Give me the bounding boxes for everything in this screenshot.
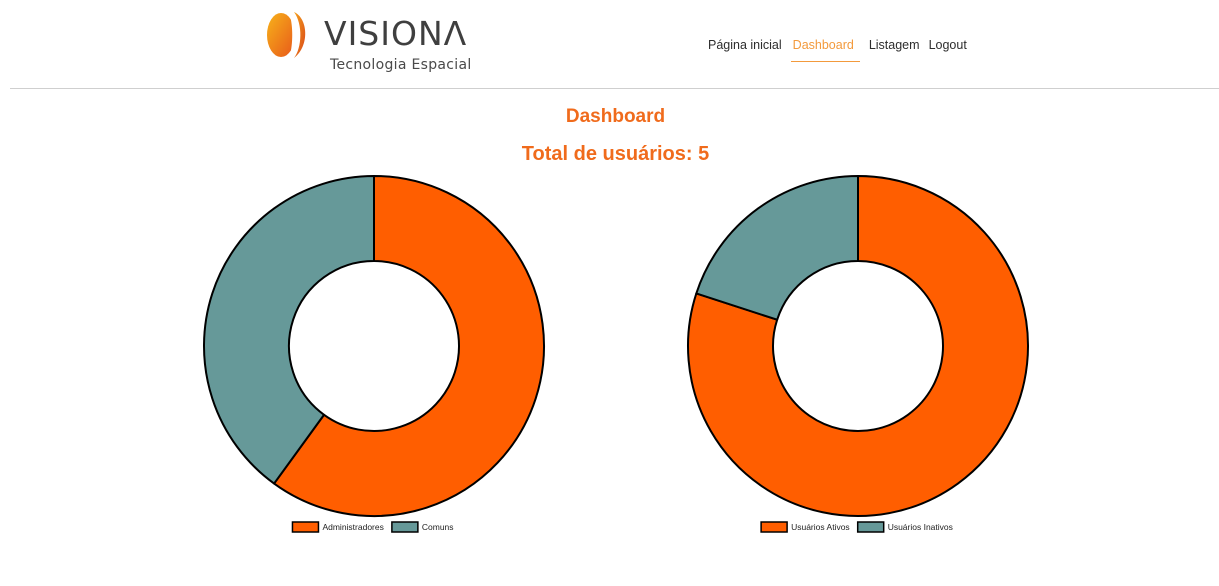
legend-label-comuns[interactable]: Comuns <box>422 522 454 532</box>
legend-swatch-comuns[interactable] <box>391 521 419 533</box>
legend-swatch-usu-rios-inativos[interactable] <box>856 521 885 533</box>
chart-legend-2: Usuários Ativos Usuários Inativos <box>760 521 953 533</box>
legend-swatch-administradores[interactable] <box>291 521 320 533</box>
donut-slice-usu-rios-inativos[interactable] <box>695 175 859 321</box>
legend-label-usu-rios-ativos[interactable]: Usuários Ativos <box>791 522 850 532</box>
chart-legend-1: Administradores Comuns <box>291 521 454 533</box>
dashboard-page: VISIONΛ Tecnologia Espacial Página inici… <box>0 0 1219 586</box>
charts-area: Administradores Comuns Usuários Ativos Usuá… <box>203 175 1029 533</box>
donut-chart-2 <box>687 175 1029 517</box>
donut-chart-1 <box>203 175 545 517</box>
legend-label-usu-rios-inativos[interactable]: Usuários Inativos <box>888 522 953 532</box>
legend-swatch-usu-rios-ativos[interactable] <box>760 521 788 533</box>
legend-label-administradores[interactable]: Administradores <box>322 522 383 532</box>
